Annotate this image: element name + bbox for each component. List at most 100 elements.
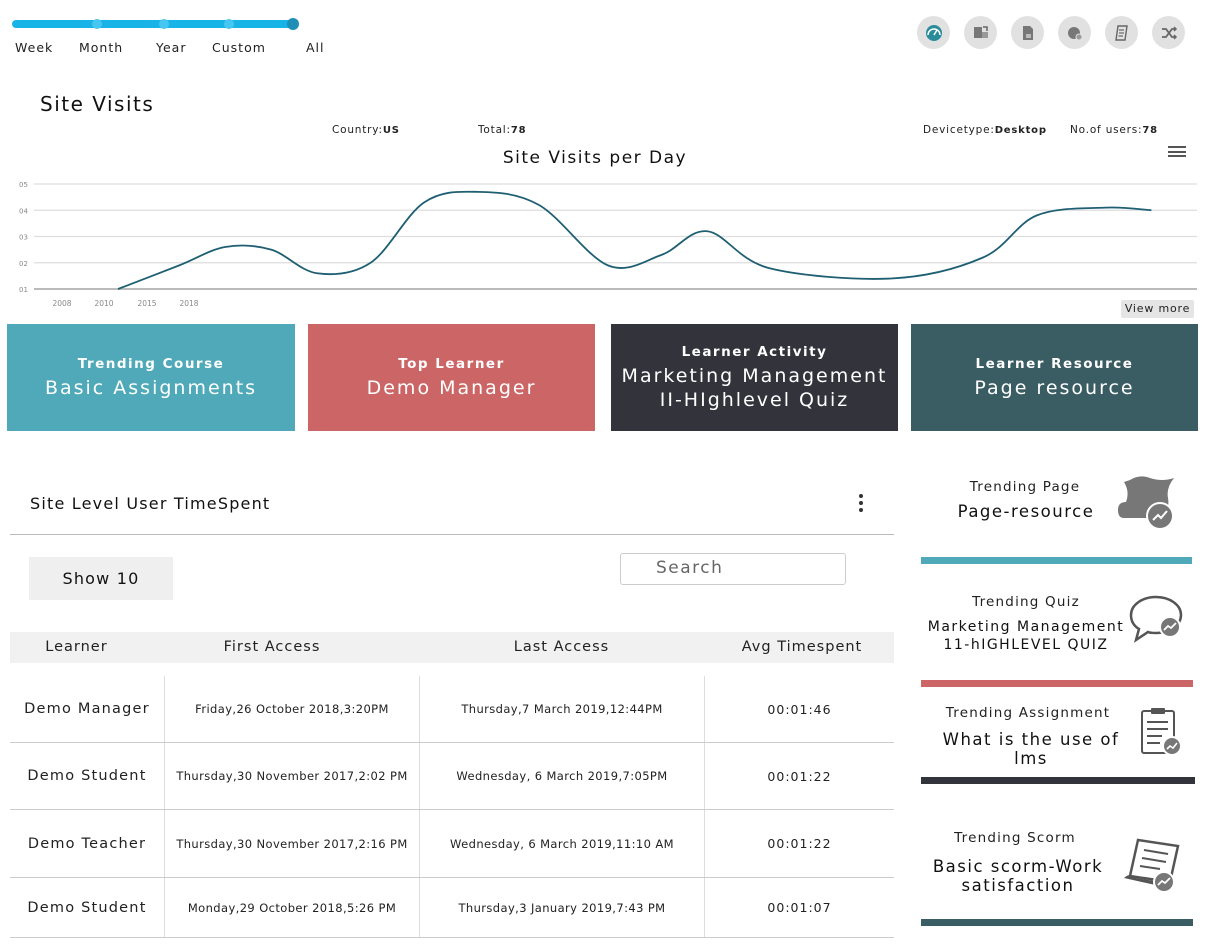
export-icon xyxy=(973,25,988,38)
toolbar xyxy=(917,16,1185,49)
trending-assignment-label: Trending Assignment xyxy=(945,705,1111,721)
notes-button[interactable] xyxy=(1105,16,1138,49)
trending-scorm-value[interactable]: Basic scorm-Work satisfaction xyxy=(918,857,1118,895)
trending-page-label: Trending Page xyxy=(969,479,1081,495)
y-tick-label: 02 xyxy=(19,260,28,268)
trending-assignment-value[interactable]: What is the use of lms xyxy=(926,730,1136,768)
cell-avg-timespent: 00:01:46 xyxy=(704,676,894,742)
cell-last-access: Thursday,7 March 2019,12:44PM xyxy=(419,676,704,742)
table-title: Site Level User TimeSpent xyxy=(30,494,271,513)
column-header-learner[interactable]: Learner xyxy=(10,632,143,663)
cell-first-access: Monday,29 October 2018,5:26 PM xyxy=(164,878,419,937)
table-row[interactable]: Demo Manager Friday,26 October 2018,3:20… xyxy=(10,676,894,743)
search-input[interactable]: Search xyxy=(620,553,846,585)
show-entries-select[interactable]: Show 10 xyxy=(29,557,173,600)
scroll-trend-icon xyxy=(1124,838,1180,893)
shuffle-button[interactable] xyxy=(1152,16,1185,49)
chart-menu-icon[interactable] xyxy=(1168,146,1186,160)
cell-learner: Demo Student xyxy=(27,768,147,784)
column-header-avg-timespent[interactable]: Avg Timespent xyxy=(705,632,899,663)
range-stop-custom[interactable] xyxy=(224,19,234,29)
trending-page-bar xyxy=(921,557,1192,564)
range-label-all[interactable]: All xyxy=(306,40,325,55)
cell-first-access: Thursday,30 November 2017,2:02 PM xyxy=(164,743,419,809)
dashboard-button[interactable] xyxy=(917,16,950,49)
cell-first-access: Friday,26 October 2018,3:20PM xyxy=(164,676,419,742)
trending-quiz-label: Trending Quiz xyxy=(972,594,1080,610)
range-track[interactable] xyxy=(12,20,296,28)
site-visits-title: Site Visits xyxy=(40,92,155,116)
range-stop-year[interactable] xyxy=(159,19,169,29)
card-heading: Learner Resource xyxy=(975,355,1134,372)
y-tick-label: 01 xyxy=(19,286,28,294)
cell-last-access: Wednesday, 6 March 2019,11:10 AM xyxy=(419,810,704,877)
cell-learner: Demo Teacher xyxy=(27,835,147,852)
column-header-first-access[interactable]: First Access xyxy=(165,632,379,663)
top-learner-card[interactable]: Top Learner Demo Manager xyxy=(308,324,595,431)
table-row[interactable]: Demo Student Monday,29 October 2018,5:26… xyxy=(10,878,894,938)
learner-activity-card[interactable]: Learner Activity Marketing Management II… xyxy=(611,324,898,431)
trending-quiz-bar xyxy=(921,680,1193,687)
cell-last-access: Wednesday, 6 March 2019,7:05PM xyxy=(419,743,704,809)
more-options-icon[interactable] xyxy=(858,494,864,516)
cell-avg-timespent: 00:01:22 xyxy=(704,743,894,809)
cell-first-access: Thursday,30 November 2017,2:16 PM xyxy=(164,810,419,877)
document-icon xyxy=(1022,25,1033,40)
table-header: Learner First Access Last Access Avg Tim… xyxy=(10,632,894,663)
range-label-custom[interactable]: Custom xyxy=(212,40,266,55)
total-stat: Total:78 xyxy=(478,124,527,136)
trending-quiz-value[interactable]: Marketing Management 11-hIGHLEVEL QUIZ xyxy=(926,618,1126,654)
report-button[interactable] xyxy=(1058,16,1091,49)
trending-page-value[interactable]: Page-resource xyxy=(940,502,1112,521)
column-header-last-access[interactable]: Last Access xyxy=(420,632,703,663)
x-tick-label: 2018 xyxy=(179,299,198,308)
series-line[interactable] xyxy=(117,190,1152,290)
export-button[interactable] xyxy=(964,16,997,49)
cell-last-access: Thursday,3 January 2019,7:43 PM xyxy=(419,878,704,937)
gauge-icon xyxy=(925,24,942,41)
x-tick-label: 2015 xyxy=(137,299,156,308)
document-button[interactable] xyxy=(1011,16,1044,49)
y-tick-label: 04 xyxy=(19,207,28,215)
chart-title: Site Visits per Day xyxy=(502,148,688,168)
cell-avg-timespent: 00:01:07 xyxy=(704,878,894,937)
cell-learner: Demo Student xyxy=(27,899,147,916)
trending-assignment-bar xyxy=(921,777,1195,784)
learner-resource-card[interactable]: Learner Resource Page resource xyxy=(911,324,1198,431)
card-value: Demo Manager xyxy=(366,376,537,399)
y-tick-label: 03 xyxy=(19,234,28,242)
range-label-week[interactable]: Week xyxy=(15,40,53,55)
time-range-slider[interactable]: Week Month Year Custom All xyxy=(12,18,324,55)
report-icon xyxy=(1067,26,1082,40)
country-stat: Country:US xyxy=(332,124,400,136)
trending-scorm-bar xyxy=(921,919,1193,926)
shuffle-icon xyxy=(1161,25,1177,40)
table-row[interactable]: Demo Teacher Thursday,30 November 2017,2… xyxy=(10,810,894,878)
range-label-year[interactable]: Year xyxy=(156,40,186,55)
range-handle[interactable] xyxy=(287,18,299,30)
card-value: Basic Assignments xyxy=(44,376,258,399)
divider xyxy=(10,534,894,535)
cell-avg-timespent: 00:01:22 xyxy=(704,810,894,877)
card-heading: Trending Course xyxy=(77,355,225,372)
trending-scorm-label: Trending Scorm xyxy=(954,830,1076,846)
view-more-button[interactable]: View more xyxy=(1121,300,1194,318)
x-tick-label: 2008 xyxy=(52,299,71,308)
card-heading: Learner Activity xyxy=(681,343,828,360)
device-type-stat: Devicetype:Desktop xyxy=(923,124,1047,136)
range-stop-month[interactable] xyxy=(92,19,102,29)
card-heading: Top Learner xyxy=(398,355,505,372)
users-stat: No.of users:78 xyxy=(1070,124,1158,136)
trending-course-card[interactable]: Trending Course Basic Assignments xyxy=(7,324,295,431)
card-value: Page resource xyxy=(974,376,1135,399)
y-tick-label: 05 xyxy=(19,181,28,189)
chat-trend-icon xyxy=(1129,595,1183,643)
notes-icon xyxy=(1114,24,1128,41)
range-label-month[interactable]: Month xyxy=(79,40,123,55)
x-tick-label: 2010 xyxy=(94,299,113,308)
card-value: Marketing Management II-HIghlevel Quiz xyxy=(621,364,888,411)
cell-learner: Demo Manager xyxy=(24,701,150,717)
clipboard-trend-icon xyxy=(1141,708,1182,756)
table-row[interactable]: Demo Student Thursday,30 November 2017,2… xyxy=(10,743,894,810)
site-visits-chart: 05 04 03 02 01 2008 2010 2015 2018 xyxy=(19,181,1197,308)
